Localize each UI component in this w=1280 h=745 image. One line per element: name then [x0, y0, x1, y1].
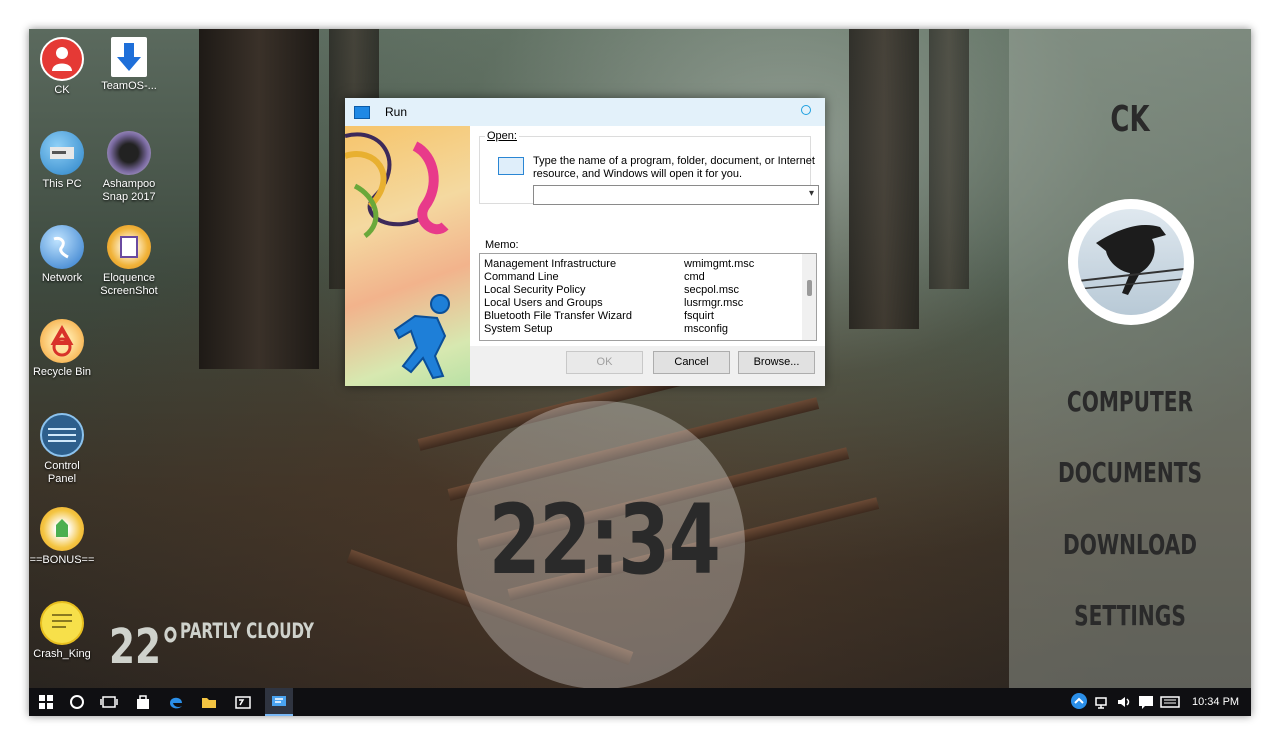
7zip-icon[interactable]	[233, 692, 253, 712]
memo-command: wmimgmt.msc	[684, 258, 755, 270]
clock-widget-time: 22:34	[488, 484, 721, 596]
desktop[interactable]: CK COMPUTER DOCUMENTS DOWNLOAD SETTINGS …	[29, 29, 1251, 688]
file-explorer-icon[interactable]	[199, 692, 219, 712]
memo-command: msconfig	[684, 323, 729, 335]
run-taskbar-button[interactable]	[265, 688, 293, 716]
store-icon[interactable]	[133, 692, 153, 712]
avatar[interactable]	[1068, 199, 1194, 325]
memo-name: Local Users and Groups	[484, 297, 603, 309]
desktop-icon-teamos[interactable]: TeamOS-...	[89, 37, 169, 93]
tray-clock[interactable]: 10:34 PM	[1192, 696, 1239, 708]
right-launcher-panel: CK COMPUTER DOCUMENTS DOWNLOAD SETTINGS	[1009, 29, 1251, 688]
network-icon[interactable]	[1093, 692, 1113, 712]
desktop-icon-eloquence[interactable]: Eloquence ScreenShot	[89, 225, 169, 298]
camera-icon	[107, 131, 151, 175]
browse-button[interactable]: Browse...	[738, 351, 815, 374]
memo-row[interactable]: Local Users and Groups lusrmgr.msc	[484, 297, 804, 310]
memo-command: cmd	[684, 271, 705, 283]
memo-scrollbar[interactable]	[802, 254, 816, 340]
desktop-icon-label: Ashampoo Snap 2017	[102, 178, 156, 203]
desktop-icon-recycle-bin[interactable]: Recycle Bin	[29, 319, 102, 379]
cortana-search-icon[interactable]	[67, 692, 87, 712]
computer-icon	[40, 131, 84, 175]
download-arrow-icon	[111, 37, 147, 77]
panel-link-settings[interactable]: SETTINGS	[1043, 599, 1217, 632]
desktop-icon-label: Crash_King	[33, 648, 91, 660]
run-program-icon	[498, 157, 524, 175]
chevron-down-icon[interactable]: ▾	[809, 188, 814, 199]
tree-trunk	[849, 29, 919, 329]
run-dialog-content: Type the name of a program, folder, docu…	[470, 126, 825, 346]
globe-icon	[40, 225, 84, 269]
memo-name: Bluetooth File Transfer Wizard	[484, 310, 632, 322]
windows-start-icon[interactable]	[36, 692, 56, 712]
desktop-icon-crash-king[interactable]: Crash_King	[29, 601, 102, 661]
memo-row[interactable]: Bluetooth File Transfer Wizard fsquirt	[484, 310, 804, 323]
run-banner-art	[345, 126, 470, 386]
chevron-up-icon[interactable]	[1071, 693, 1087, 709]
notification-icon[interactable]	[1136, 692, 1156, 712]
run-dialog-titlebar[interactable]: Run	[345, 98, 825, 126]
close-icon[interactable]	[801, 105, 811, 115]
run-dialog-title: Run	[385, 105, 408, 119]
tree-trunk	[199, 29, 319, 369]
memo-name: System Setup	[484, 323, 553, 335]
cancel-button[interactable]: Cancel	[653, 351, 730, 374]
memo-command: secpol.msc	[684, 284, 740, 296]
run-app-icon	[354, 106, 370, 119]
tree-trunk	[929, 29, 969, 289]
bird-avatar-icon	[1078, 209, 1184, 315]
memo-row[interactable]: System Setup msconfig	[484, 323, 804, 336]
desktop-icon-control-panel[interactable]: Control Panel	[29, 413, 102, 486]
open-combobox[interactable]: ▾	[533, 185, 819, 205]
notepad-icon	[40, 601, 84, 645]
bonus-icon	[40, 507, 84, 551]
panel-link-computer[interactable]: COMPUTER	[1043, 385, 1217, 418]
ok-button[interactable]: OK	[566, 351, 643, 374]
open-label: Open:	[485, 130, 519, 142]
desktop-icon-label: TeamOS-...	[101, 80, 157, 92]
memo-command: lusrmgr.msc	[684, 297, 744, 309]
memo-row[interactable]: Command Line cmd	[484, 271, 804, 284]
control-panel-icon	[40, 413, 84, 457]
recycle-icon	[40, 319, 84, 363]
user-icon	[40, 37, 84, 81]
run-dialog[interactable]: Run Type the name of a program, folder, …	[345, 98, 825, 386]
desktop-icon-bonus[interactable]: ==BONUS==	[29, 507, 102, 567]
desktop-icon-label: Eloquence ScreenShot	[100, 272, 158, 297]
memo-name: Command Line	[484, 271, 559, 283]
taskbar: 10:34 PM	[29, 688, 1251, 716]
open-description: Type the name of a program, folder, docu…	[533, 155, 815, 180]
task-view-icon[interactable]	[99, 692, 119, 712]
panel-username: CK	[1110, 99, 1150, 140]
open-groupbox: Type the name of a program, folder, docu…	[479, 136, 819, 205]
memo-name: Management Infrastructure	[484, 258, 617, 270]
edge-browser-icon[interactable]	[166, 692, 186, 712]
weather-temperature: 22°	[109, 619, 180, 675]
desktop-icon-label: Recycle Bin	[32, 366, 92, 378]
weather-condition: PARTLY CLOUDY	[180, 619, 314, 643]
screen-frame: CK COMPUTER DOCUMENTS DOWNLOAD SETTINGS …	[29, 29, 1251, 716]
keyboard-icon[interactable]	[1159, 692, 1181, 712]
panel-link-documents[interactable]: DOCUMENTS	[1043, 456, 1217, 489]
desktop-icon-label: Control Panel	[44, 460, 80, 485]
memo-row[interactable]: Management Infrastructure wmimgmt.msc	[484, 258, 804, 271]
memo-command: fsquirt	[684, 310, 714, 322]
desktop-icon-label: ==BONUS==	[29, 554, 95, 566]
volume-icon[interactable]	[1114, 692, 1134, 712]
panel-link-download[interactable]: DOWNLOAD	[1043, 528, 1217, 561]
memo-row[interactable]: Local Security Policy secpol.msc	[484, 284, 804, 297]
memo-label: Memo:	[485, 239, 519, 251]
desktop-icon-ashampoo[interactable]: Ashampoo Snap 2017	[89, 131, 169, 204]
screenshot-icon	[107, 225, 151, 269]
memo-name: Local Security Policy	[484, 284, 586, 296]
scrollbar-thumb[interactable]	[807, 280, 812, 296]
memo-list[interactable]: Management Infrastructure wmimgmt.msc Co…	[479, 253, 817, 341]
